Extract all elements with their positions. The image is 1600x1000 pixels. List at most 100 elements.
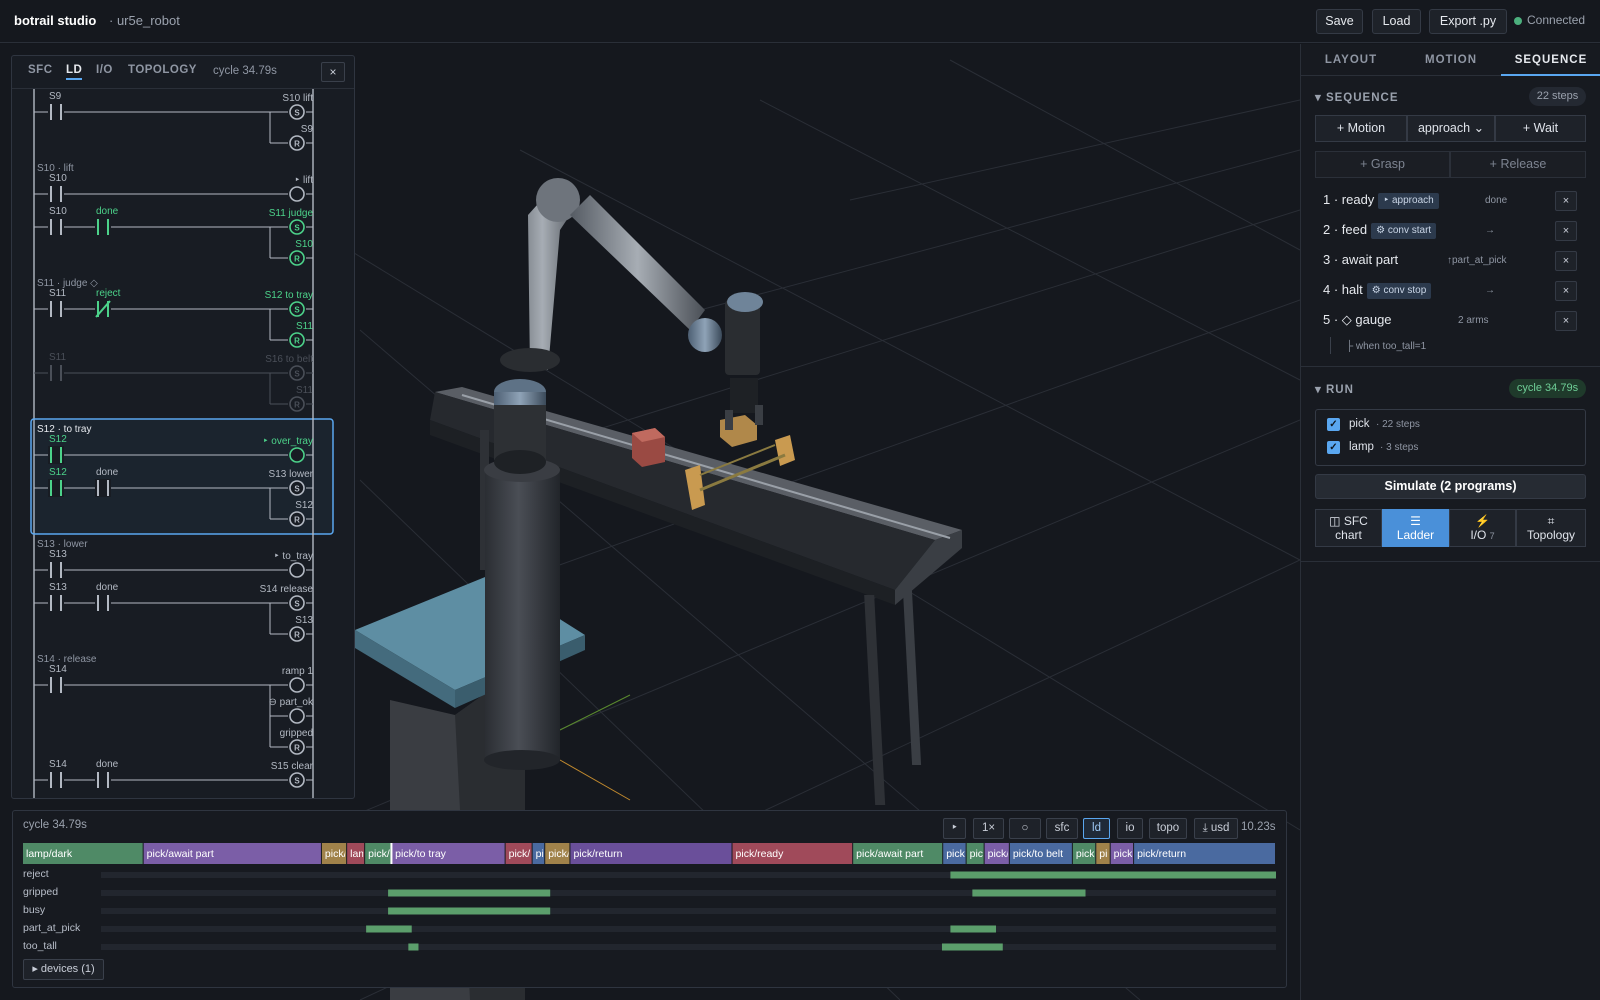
timeline-segment[interactable]: pi [1096,843,1110,864]
branch-line [1330,337,1331,354]
timeline-segment[interactable]: pick/ [943,843,968,864]
sequence-step[interactable]: 4 · halt ⚙ conv stop [1323,282,1432,299]
rung-title: S14 · release [37,654,97,665]
devices-toggle[interactable]: ▸ devices (1) [23,959,104,980]
remove-step-button[interactable]: × [1555,221,1577,241]
rung-title: S10 · lift [37,163,74,174]
timeline-segment[interactable]: pick/ [321,843,347,864]
view-sfc-toggle[interactable]: sfc [1046,818,1078,839]
sequence-section-title[interactable]: ▾ SEQUENCE [1315,90,1399,104]
play-button[interactable]: ‣ [943,818,966,839]
view-topo-toggle[interactable]: topo [1149,818,1187,839]
tab-ld[interactable]: LD [66,64,83,80]
segment-label: pi [1099,848,1107,860]
contact-label: reject [96,288,121,299]
add-grasp-button[interactable]: + Grasp [1315,151,1450,178]
contact-label: S12 [49,467,67,478]
contact-label: done [96,582,119,593]
remove-step-button[interactable]: × [1555,251,1577,271]
view-io-toggle[interactable]: io [1117,818,1143,839]
timeline-segment[interactable]: pick/ [365,843,392,864]
step-branch: ├ when too_tall=1 [1346,341,1427,352]
top-bar: botrail studio · ur5e_robot Save Load Ex… [0,0,1600,43]
signal-pulse [972,889,1086,897]
add-release-button[interactable]: + Release [1450,151,1586,178]
tab-sfc[interactable]: SFC [28,64,53,76]
ladder-rung[interactable]: S14 ramp 1 ⊖ part_ok Rgripped S14 · release [34,654,314,755]
timeline-segment[interactable]: pick/to tray [392,843,505,864]
timeline-segment[interactable]: pick/ready [732,843,853,864]
tab-io[interactable]: I/O [96,64,113,76]
segment-label: pick/to tray [395,848,447,860]
ladder-rung[interactable]: S13 done S S14 release R S13 [34,582,313,642]
signal-track [101,944,1276,950]
export-usd-button[interactable]: ⤓ usd [1194,818,1238,839]
run-section-title[interactable]: ▾ RUN [1315,382,1354,396]
loop-button[interactable]: ○ [1009,818,1041,839]
ladder-rung[interactable]: S9SS10 liftRS9 [34,91,313,151]
ladder-panel[interactable]: SFC LD I/O TOPOLOGY cycle 34.79s × S9 S S1… [11,55,355,799]
timeline-segment[interactable]: pick/return [570,843,732,864]
timeline-tracks[interactable]: lamp/dark pick/await part pick/lam pick/pic… [23,843,1278,955]
ladder-rung[interactable]: S10 done S S11 judge R S10 [34,206,313,266]
add-wait-button[interactable]: + Wait [1495,115,1586,142]
coil-circle [289,186,305,202]
timeline-segment[interactable]: pick/await part [143,843,321,864]
view-topology-label: Topology [1526,528,1576,542]
simulate-button[interactable]: Simulate (2 programs) [1315,474,1586,499]
tab-topology[interactable]: TOPOLOGY [128,64,197,76]
timeline-segment[interactable]: pick [1110,843,1134,864]
app-title: botrail studio [14,13,97,28]
ladder-close-button[interactable]: × [321,62,345,82]
program-lamp-checkbox[interactable]: ✓ [1327,441,1340,454]
timeline-segment[interactable]: pick/ [505,843,532,864]
ladder-rung[interactable]: S14 done S S15 clear [34,759,314,789]
x-axis [559,694,631,731]
ladder-rung[interactable]: S11 rejectSS12 to trayRS11S11 · judge ◇ [34,278,313,348]
program-pick-checkbox[interactable]: ✓ [1327,418,1340,431]
coil-type: S [294,224,300,233]
view-io-button[interactable]: ⚡ I/O 7 [1449,509,1516,547]
timeline-segment[interactable]: lam [347,843,367,864]
step-label: 3 · await part [1323,252,1399,267]
timeline-segment[interactable]: pic [966,843,984,864]
save-button[interactable]: Save [1316,9,1363,34]
ladder-diagram[interactable]: S9SS10 liftRS9 S10 ‣ liftS10 · liftS10 done… [12,89,355,799]
load-button[interactable]: Load [1372,9,1421,34]
timeline-segment[interactable]: pick/to belt [1009,843,1072,864]
view-sfc-chart-button[interactable]: ◫ SFC chart [1315,509,1382,547]
sequence-step[interactable]: 5 · ◇ gauge [1323,312,1392,328]
speed-button[interactable]: 1× [973,818,1004,839]
timeline-segment[interactable]: pick/ [545,843,570,864]
contact-label: done [96,759,119,770]
tab-layout[interactable]: LAYOUT [1301,44,1401,76]
timeline-segment[interactable]: pick [1072,843,1096,864]
section-divider [1301,366,1600,367]
remove-step-button[interactable]: × [1555,281,1577,301]
timeline-segment[interactable]: lamp/dark [23,843,143,864]
ladder-rung[interactable]: S10 ‣ lift S10 · lift [34,163,313,203]
tab-sequence[interactable]: SEQUENCE [1501,44,1600,76]
export-button[interactable]: Export .py [1429,9,1507,34]
view-topology-button[interactable]: ⌗ Topology [1516,509,1586,547]
sequence-step[interactable]: 3 · await part [1323,252,1398,267]
timeline-segment[interactable]: pick/return [1134,843,1275,864]
timeline-segment[interactable]: pi [532,843,545,864]
ladder-rung[interactable]: S11 S S16 to belt R S11 [34,352,313,412]
view-ld-toggle[interactable]: ld [1083,818,1110,839]
remove-step-button[interactable]: × [1555,191,1577,211]
view-ladder-button[interactable]: ☰ Ladder [1382,509,1449,547]
timeline-segment[interactable]: pick/ [984,843,1010,864]
timeline-segment[interactable]: pick/await part [853,843,943,864]
sequence-step[interactable]: 2 · feed ⚙ conv start [1323,222,1437,239]
sequence-step[interactable]: 1 · ready ‣ approach [1323,192,1439,209]
signal-pulse [941,943,1003,951]
remove-step-button[interactable]: × [1555,311,1577,331]
add-motion-button[interactable]: + Motion [1315,115,1407,142]
tab-motion[interactable]: MOTION [1401,44,1501,76]
step-tag: ⚙ conv stop [1366,282,1432,299]
ladder-rung[interactable]: S13 ‣ to_tray S13 · lower [34,539,313,579]
motion-select[interactable]: approach ⌄ [1407,115,1495,142]
view-io-label: I/O [1470,528,1487,542]
motion-select-value: approach [1417,121,1471,135]
